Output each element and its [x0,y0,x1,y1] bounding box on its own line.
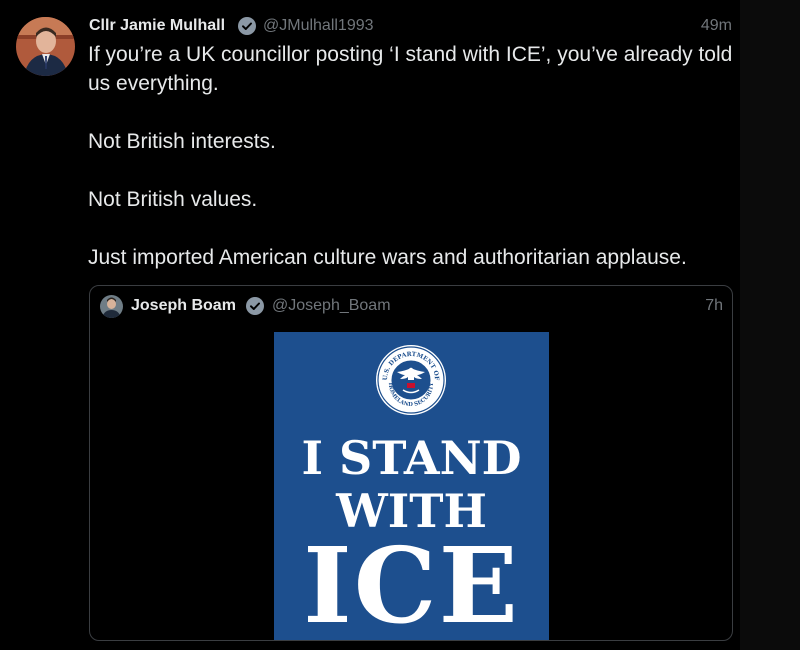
image-text-line: ICE [303,524,520,641]
author-handle[interactable]: @JMulhall1993 [263,15,374,37]
verified-badge-icon [246,297,264,315]
tweet-paragraph: Not British interests. [88,130,276,153]
quoted-tweet-card[interactable]: Joseph Boam @Joseph_Boam 7h U.S. DEPARTM… [89,285,733,641]
side-panel-edge [740,0,800,650]
verified-badge-icon [238,17,256,35]
tweet[interactable]: Cllr Jamie Mulhall @JMulhall1993 49m If … [0,0,740,650]
image-text-line: I STAND [301,431,522,485]
tweet-header: Cllr Jamie Mulhall @JMulhall1993 49m [89,15,734,37]
tweet-paragraph: Not British values. [88,188,258,211]
quoted-tweet-timestamp[interactable]: 7h [705,296,723,316]
quoted-author-display-name[interactable]: Joseph Boam [131,296,236,316]
tweet-timestamp[interactable]: 49m [701,15,732,37]
quoted-author-avatar[interactable] [100,295,123,318]
author-display-name[interactable]: Cllr Jamie Mulhall [89,15,225,37]
quoted-author-handle[interactable]: @Joseph_Boam [272,296,391,316]
tweet-body: If you’re a UK councillor posting ‘I sta… [88,40,738,272]
quoted-tweet-image[interactable]: U.S. DEPARTMENT OF HOMELAND SECURITY I S… [274,332,549,641]
tweet-paragraph: Just imported American culture wars and … [88,246,687,269]
tweet-paragraph: If you’re a UK councillor posting ‘I sta… [88,43,733,95]
author-avatar[interactable] [16,17,75,76]
dhs-seal-logo: U.S. DEPARTMENT OF HOMELAND SECURITY [375,344,447,416]
